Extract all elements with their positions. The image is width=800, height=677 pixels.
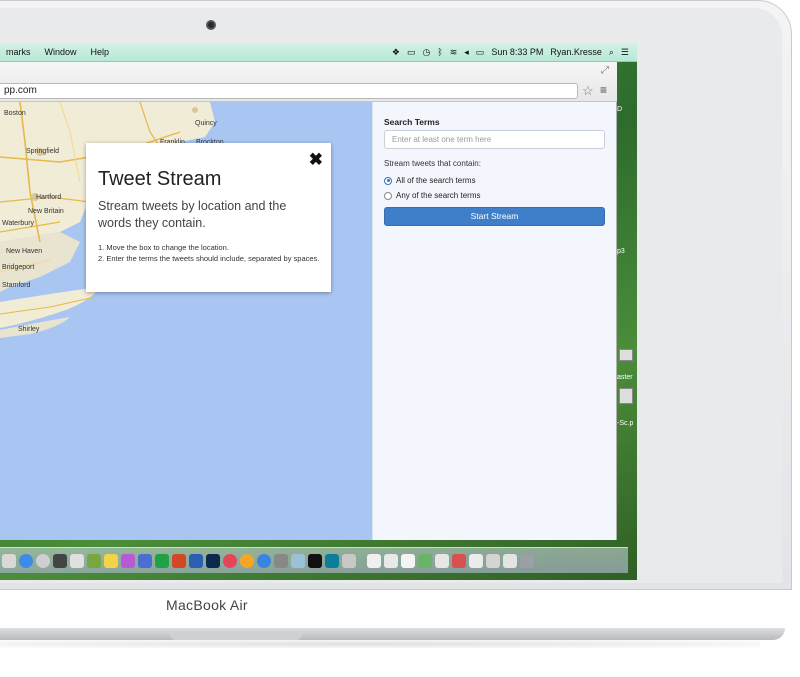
word-icon[interactable] [189, 553, 203, 568]
desktop-item-label[interactable]: p3 [617, 248, 625, 255]
music-icon[interactable] [223, 553, 237, 568]
close-icon[interactable]: ✖ [309, 151, 323, 169]
vlc-icon[interactable] [240, 553, 254, 568]
document-stack-icon[interactable] [401, 553, 415, 568]
desktop-icons: D p3 aster -Sc.p [617, 62, 637, 540]
menu-bookmarks[interactable]: marks [6, 47, 31, 57]
dock [0, 547, 628, 573]
system-preferences-icon[interactable] [274, 553, 288, 568]
map-label: Shirley [18, 326, 40, 333]
search-panel: Search Terms Stream tweets that contain:… [372, 102, 616, 540]
camera-icon [206, 20, 216, 30]
bluetooth-icon[interactable]: ᛒ [437, 47, 442, 57]
map-label: Bridgeport [2, 264, 35, 271]
browser-toolbar: ⤢ pp.com ☆ ≡ [0, 62, 617, 102]
safari-icon[interactable] [19, 553, 33, 568]
notes-icon[interactable] [104, 553, 118, 568]
menu-help[interactable]: Help [91, 47, 110, 57]
map-label: New Britain [28, 208, 64, 215]
trash-icon[interactable] [520, 553, 534, 568]
map-label: Boston [4, 110, 26, 117]
clock[interactable]: Sun 8:33 PM [491, 47, 543, 57]
terminal-icon[interactable] [308, 553, 322, 568]
map-label: Quincy [195, 120, 217, 127]
excel-icon[interactable] [155, 553, 169, 568]
photoshop-icon[interactable] [206, 553, 220, 568]
tweet-stream-card[interactable]: ✖ Tweet Stream Stream tweets by location… [86, 143, 331, 292]
address-bar[interactable]: pp.com [0, 83, 578, 99]
option-all-terms[interactable]: All of the search terms [384, 176, 476, 185]
document-stack-icon[interactable] [418, 553, 432, 568]
option-any-terms[interactable]: Any of the search terms [384, 191, 480, 200]
text-editor-icon[interactable] [325, 553, 339, 568]
desktop-item-label[interactable]: -Sc.p [617, 420, 633, 427]
radio-all-terms[interactable] [384, 176, 392, 185]
card-subtitle: Stream tweets by location and the words … [98, 199, 287, 230]
step-1: 1. Move the box to change the location. [98, 243, 229, 252]
itunes-icon[interactable] [121, 553, 135, 568]
search-terms-label: Search Terms [384, 117, 440, 127]
document-stack-icon[interactable] [435, 553, 449, 568]
battery-icon[interactable]: ▭ [476, 47, 485, 58]
dock-app-icon[interactable] [2, 553, 16, 568]
menu-bar: marks Window Help ❖ ▭ ◷ ᛒ ≋ ◂ ▭ Sun 8:33… [0, 43, 637, 62]
facetime-icon[interactable] [53, 553, 67, 568]
step-2: 2. Enter the terms the tweets should inc… [98, 254, 320, 263]
laptop-notch [170, 633, 302, 640]
start-stream-button[interactable]: Start Stream [384, 207, 605, 226]
spotlight-icon[interactable]: ⌕ [609, 47, 614, 58]
notification-center-icon[interactable]: ☰ [621, 47, 629, 58]
card-title: Tweet Stream [98, 168, 222, 190]
powerpoint-icon[interactable] [172, 553, 186, 568]
user-name[interactable]: Ryan.Kresse [550, 47, 602, 57]
map-label: Hartford [36, 194, 62, 201]
bookmark-star-icon[interactable]: ☆ [582, 83, 594, 98]
keynote-icon[interactable] [138, 553, 152, 568]
time-machine-icon[interactable]: ◷ [422, 47, 430, 58]
desktop-file-icon[interactable] [619, 349, 633, 361]
preview-icon[interactable] [291, 553, 305, 568]
laptop-shadow [0, 640, 760, 648]
device-brand: MacBook Air [166, 597, 248, 613]
map-label: Springfield [26, 148, 60, 155]
browser-menu-icon[interactable]: ≡ [600, 83, 607, 98]
document-stack-icon[interactable] [503, 553, 517, 568]
card-steps: 1. Move the box to change the location. … [98, 242, 323, 264]
menu-extras: ❖ ▭ ◷ ᛒ ≋ ◂ ▭ Sun 8:33 PM Ryan.Kresse ⌕ … [392, 47, 637, 58]
search-terms-input[interactable] [384, 130, 605, 149]
document-stack-icon[interactable] [367, 553, 381, 568]
document-stack-icon[interactable] [384, 553, 398, 568]
app-store-icon[interactable] [257, 553, 271, 568]
volume-icon[interactable]: ◂ [464, 47, 469, 58]
menu-window[interactable]: Window [45, 47, 77, 57]
photos-icon[interactable] [87, 553, 101, 568]
image-capture-icon[interactable] [342, 553, 356, 568]
contain-label: Stream tweets that contain: [384, 159, 481, 168]
fullscreen-icon[interactable]: ⤢ [601, 65, 609, 76]
laptop-base [0, 628, 785, 640]
map-label: Stamford [2, 282, 31, 289]
dropbox-icon[interactable]: ❖ [392, 47, 400, 58]
radio-any-terms[interactable] [384, 191, 392, 200]
document-stack-icon[interactable] [486, 553, 500, 568]
contacts-icon[interactable] [70, 553, 84, 568]
desktop-file-icon[interactable] [619, 388, 633, 404]
chrome-icon[interactable] [36, 553, 50, 568]
option-all-label: All of the search terms [396, 176, 476, 185]
battery-meter-icon[interactable]: ▭ [407, 47, 416, 58]
desktop-item-label[interactable]: D [617, 106, 622, 113]
map-label: Waterbury [2, 220, 35, 227]
desktop-item-label[interactable]: aster [617, 374, 633, 381]
map-label: New Haven [6, 248, 43, 255]
wifi-icon[interactable]: ≋ [450, 47, 458, 58]
map[interactable]: Boston Quincy Franklin Brockton Springfi… [0, 102, 372, 540]
browser-window: ⤢ pp.com ☆ ≡ Boston Quincy Springfield H… [0, 62, 617, 540]
option-any-label: Any of the search terms [396, 191, 481, 200]
document-stack-icon[interactable] [452, 553, 466, 568]
screen: marks Window Help ❖ ▭ ◷ ᛒ ≋ ◂ ▭ Sun 8:33… [0, 43, 637, 580]
document-stack-icon[interactable] [469, 553, 483, 568]
